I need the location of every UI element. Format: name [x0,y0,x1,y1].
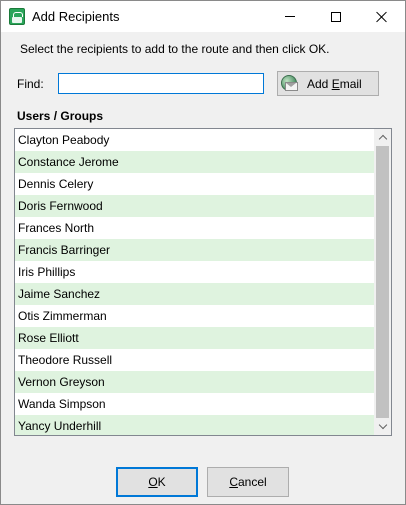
list-items: Clayton Peabody Constance Jerome Dennis Ce… [15,129,391,435]
ok-label: OK [148,475,166,489]
scroll-up-button[interactable] [374,129,391,146]
list-item[interactable]: Wanda Simpson [15,393,374,415]
ok-button[interactable]: OK [116,467,198,497]
list-item[interactable]: Vernon Greyson [15,371,374,393]
scrollbar-thumb[interactable] [376,146,389,418]
list-item[interactable]: Rose Elliott [15,327,374,349]
minimize-button[interactable] [267,1,313,32]
list-item[interactable]: Otis Zimmerman [15,305,374,327]
find-input[interactable] [59,74,263,93]
instruction-text: Select the recipients to add to the rout… [20,42,330,56]
window-title: Add Recipients [32,9,120,24]
chevron-down-icon [378,420,387,430]
list-item[interactable]: Theodore Russell [15,349,374,371]
cancel-label: Cancel [229,475,267,489]
close-icon [376,11,388,23]
list-item[interactable]: Clayton Peabody [15,129,374,151]
find-label: Find: [17,77,44,91]
scroll-down-button[interactable] [374,418,391,435]
list-item[interactable]: Doris Fernwood [15,195,374,217]
globe-envelope-icon [281,74,299,93]
route-icon [9,8,25,25]
users-groups-list[interactable]: Clayton Peabody Constance Jerome Dennis Ce… [14,128,392,436]
maximize-button[interactable] [313,1,359,32]
list-item[interactable]: Iris Phillips [15,261,374,283]
cancel-button[interactable]: Cancel [207,467,289,497]
chevron-up-icon [378,134,387,144]
list-item[interactable]: Dennis Celery [15,173,374,195]
minimize-icon [285,16,295,17]
find-input-box[interactable] [58,73,264,94]
maximize-icon [331,11,341,22]
add-email-button[interactable]: Add Email [277,71,379,96]
list-item[interactable]: Frances North [15,217,374,239]
title-bar[interactable]: Add Recipients [1,1,405,32]
list-item[interactable]: Francis Barringer [15,239,374,261]
users-groups-label: Users / Groups [17,109,104,123]
list-item[interactable]: Constance Jerome [15,151,374,173]
add-recipients-dialog: Add Recipients Select the recipients to … [0,0,406,505]
vertical-scrollbar[interactable] [374,129,391,435]
list-item[interactable]: Yancy Underhill [15,415,374,435]
list-item[interactable]: Jaime Sanchez [15,283,374,305]
close-button[interactable] [359,1,405,32]
add-email-label: Add Email [307,76,362,91]
